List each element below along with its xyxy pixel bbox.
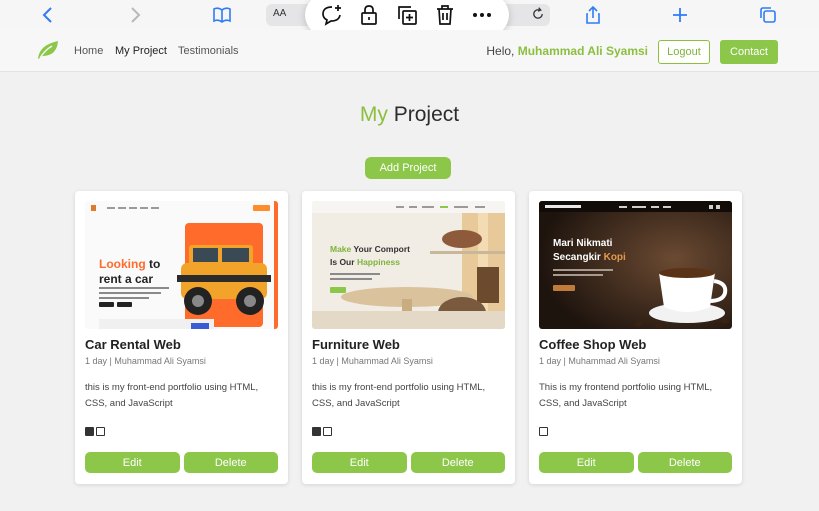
project-card-coffee-shop: Mari Nikmati Secangkir Kopi Coffee Shop … [529,191,742,484]
edit-button[interactable]: Edit [539,452,634,473]
forward-icon[interactable] [125,4,145,26]
add-project-button[interactable]: Add Project [365,157,451,179]
more-icon[interactable] [469,2,495,28]
text-size-button[interactable]: AA [273,8,286,19]
user-greeting: Helo, Muhammad Ali Syamsi [486,44,648,58]
project-card-car-rental: Looking to rent a car Car Rental Web 1 d… [75,191,288,484]
project-title[interactable]: Car Rental Web [85,337,181,352]
delete-button[interactable]: Delete [637,452,732,473]
delete-button[interactable]: Delete [410,452,505,473]
css-icon [96,427,105,436]
project-thumbnail[interactable]: Mari Nikmati Secangkir Kopi [539,201,732,329]
site-navbar: Home My Project Testimonials Helo, Muham… [0,30,819,72]
edit-button[interactable]: Edit [85,452,180,473]
nav-link-testimonials[interactable]: Testimonials [178,45,239,57]
bookmarks-icon[interactable] [212,4,232,26]
edit-button[interactable]: Edit [312,452,407,473]
tabs-icon[interactable] [758,4,778,26]
project-description: This is my frontend portfolio using HTML… [539,382,713,409]
project-title[interactable]: Coffee Shop Web [539,337,646,352]
js-icon [85,427,94,436]
tech-icons [85,427,105,436]
nav-link-my-project[interactable]: My Project [115,45,167,57]
project-card-furniture: Make Your Comport Is Our Happiness Furni… [302,191,515,484]
thumbnail-headline: Make Your Comport Is Our Happiness [330,244,410,267]
project-meta: 1 day | Muhammad Ali Syamsi [85,356,206,366]
comment-add-icon[interactable] [319,2,345,28]
delete-button[interactable]: Delete [183,452,278,473]
reload-icon[interactable] [531,7,545,26]
trash-icon[interactable] [432,2,458,28]
js-icon [312,427,321,436]
thumbnail-headline: Looking to rent a car [99,257,161,286]
tech-icons [539,427,548,436]
tech-icons [312,427,332,436]
back-icon[interactable] [38,4,58,26]
project-meta: 1 day | Muhammad Ali Syamsi [539,356,660,366]
project-description: this is my front-end portfolio using HTM… [312,382,486,409]
css-icon [539,427,548,436]
project-meta: 1 day | Muhammad Ali Syamsi [312,356,433,366]
project-thumbnail[interactable]: Make Your Comport Is Our Happiness [312,201,505,329]
lock-icon[interactable] [356,2,382,28]
new-tab-icon[interactable] [670,4,690,26]
nav-link-home[interactable]: Home [74,45,103,57]
project-description: this is my front-end portfolio using HTM… [85,382,259,409]
share-icon[interactable] [583,4,603,26]
logout-button[interactable]: Logout [658,40,710,64]
project-title[interactable]: Furniture Web [312,337,400,352]
page-title: My Project [359,103,460,126]
leaf-logo-icon[interactable] [36,39,60,61]
project-thumbnail[interactable]: Looking to rent a car [85,201,278,329]
thumbnail-headline: Mari Nikmati Secangkir Kopi [553,238,626,263]
contact-button[interactable]: Contact [720,40,778,64]
user-name: Muhammad Ali Syamsi [517,44,648,58]
css-icon [323,427,332,436]
duplicate-icon[interactable] [394,2,420,28]
